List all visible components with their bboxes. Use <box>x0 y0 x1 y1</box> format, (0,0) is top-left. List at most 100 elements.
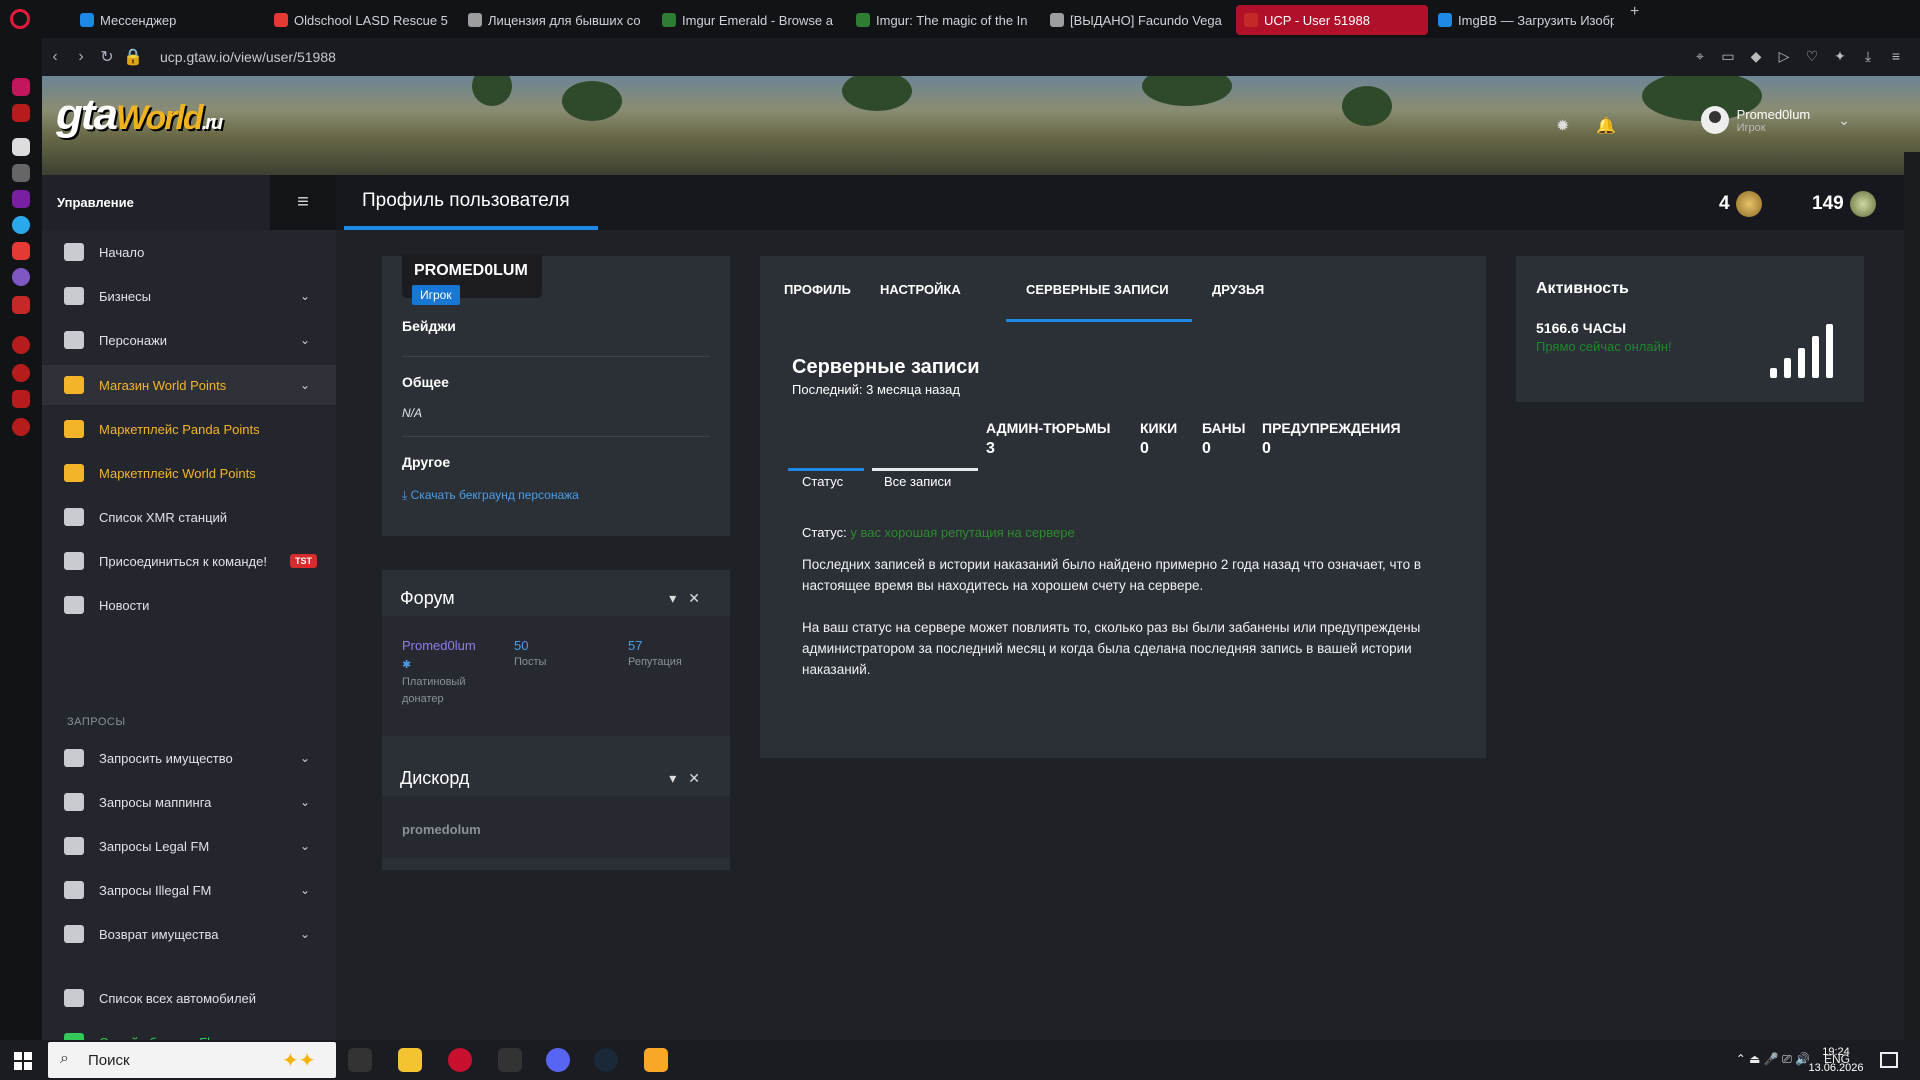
sidebar-item[interactable]: Запросы Illegal FM ⌄ <box>42 870 336 910</box>
sidebar-app-icon[interactable] <box>12 138 30 156</box>
heart-icon[interactable]: ♡ <box>1804 48 1820 64</box>
play-icon[interactable]: ▷ <box>1776 48 1792 64</box>
chevron-down-icon: ⌄ <box>300 751 311 765</box>
sidebar-item[interactable]: Возврат имущества ⌄ <box>42 914 336 954</box>
sidebar-item[interactable]: Бизнесы ⌄ <box>42 276 336 316</box>
sidebar-item[interactable]: Начало <box>42 232 336 272</box>
sidebar-item-label: Присоединиться к команде! <box>99 553 267 569</box>
sidebar-item[interactable]: Персонажи ⌄ <box>42 320 336 360</box>
menu-icon[interactable]: ≡ <box>1888 48 1904 64</box>
download-icon: ⤓ <box>402 488 411 502</box>
player-icon[interactable] <box>12 336 30 354</box>
forward-icon[interactable]: › <box>68 48 94 66</box>
twitch-icon[interactable] <box>12 190 30 208</box>
page-title: Профиль пользователя <box>362 190 570 211</box>
hamburger-menu-icon[interactable]: ≡ <box>270 175 336 230</box>
subtab-indicator <box>788 468 864 471</box>
user-icon <box>64 331 84 349</box>
gtaw-logo[interactable]: gtaWorld.ru <box>56 90 223 140</box>
sidebar-item[interactable]: Запросить имущество ⌄ <box>42 738 336 778</box>
forum-body: Promed0lum ✱ Платиновый донатер 50 Посты… <box>382 616 730 736</box>
sidebar-item[interactable]: Новости <box>42 585 336 625</box>
sidebar-item[interactable]: Запросы маппинга ⌄ <box>42 782 336 822</box>
bell-icon[interactable]: 🔔 <box>1596 116 1616 136</box>
taskbar-search[interactable]: ⌕ Поиск ✦✦ <box>48 1042 336 1078</box>
sidebar-item[interactable]: Запросы Legal FM ⌄ <box>42 826 336 866</box>
url-field[interactable]: ucp.gtaw.io/view/user/51988 <box>160 49 336 65</box>
tab-server-records[interactable]: СЕРВЕРНЫЕ ЗАПИСИ <box>1026 282 1169 297</box>
close-icon[interactable]: ✕ <box>688 770 712 786</box>
scrollbar[interactable] <box>1904 152 1920 1040</box>
settings-icon[interactable] <box>12 418 30 436</box>
file-explorer-icon[interactable] <box>398 1048 422 1072</box>
browser-tab[interactable]: Лицензия для бывших со <box>460 5 652 35</box>
opera-gx-icon[interactable] <box>448 1048 472 1072</box>
extensions-icon[interactable] <box>12 390 30 408</box>
sidebar-item[interactable]: Маркетплейс Panda Points <box>42 409 336 449</box>
download-icon[interactable]: ⤓ <box>1860 48 1876 64</box>
undo-icon <box>64 925 84 943</box>
shield-icon[interactable]: ◆ <box>1748 48 1764 64</box>
sidebar-item[interactable]: Онлайн банкинг Fleeca <box>42 1022 336 1040</box>
clock[interactable]: 19:24 13.06.2026 <box>1808 1044 1864 1076</box>
sidebar-app-icon[interactable] <box>12 104 30 122</box>
browser-tab[interactable]: Imgur Emerald - Browse a <box>654 5 846 35</box>
browser-tab[interactable]: ImgBB — Загрузить Изобр <box>1430 5 1622 35</box>
collapse-icon[interactable]: ▾ <box>669 590 688 606</box>
download-background-link[interactable]: ⤓ Скачать бекграунд персонажа <box>402 488 579 503</box>
tab-settings[interactable]: НАСТРОЙКА <box>880 282 961 297</box>
back-icon[interactable]: ‹ <box>42 48 68 66</box>
reload-icon[interactable]: ↻ <box>94 47 120 67</box>
browser-tab[interactable]: Oldschool LASD Rescue 5 <box>266 5 458 35</box>
telegram-icon[interactable] <box>12 216 30 234</box>
snapshot-icon[interactable]: ▭ <box>1720 48 1736 64</box>
sidebar-item[interactable]: Список всех автомобилей <box>42 978 336 1018</box>
sidebar-item[interactable]: Магазин World Points ⌄ <box>42 365 336 405</box>
discord-icon[interactable] <box>546 1048 570 1072</box>
browser-tab[interactable]: Мессенджер <box>72 5 264 35</box>
left-navigation: Начало Бизнесы ⌄ Персонажи ⌄ Магазин World Po… <box>42 230 336 1040</box>
card-controls: ▾✕ <box>669 770 712 787</box>
news-icon <box>64 596 84 614</box>
app-icon[interactable] <box>498 1048 522 1072</box>
history-icon[interactable] <box>12 364 30 382</box>
clock-date: 13.06.2026 <box>1808 1062 1864 1074</box>
settings-icon[interactable]: ✹ <box>1556 116 1569 136</box>
sidebar-app-icon[interactable] <box>12 296 30 314</box>
opera-logo-icon[interactable] <box>10 9 30 29</box>
browser-tab[interactable]: Imgur: The magic of the In <box>848 5 1040 35</box>
alice-icon[interactable] <box>12 268 30 286</box>
forum-username[interactable]: Promed0lum <box>402 638 476 653</box>
status-paragraph-2: На ваш статус на сервере может повлиять … <box>802 620 1421 677</box>
subtab-all-records[interactable]: Все записи <box>884 474 951 504</box>
browser-tab[interactable]: [ВЫДАНО] Facundo Vega <box>1042 5 1234 35</box>
rockstar-icon[interactable] <box>644 1048 668 1072</box>
top-bar: Управление ≡ Профиль пользователя 4 149 <box>42 175 1920 230</box>
tab-profile[interactable]: ПРОФИЛЬ <box>784 282 851 297</box>
sidebar-item[interactable]: Список XMR станций <box>42 497 336 537</box>
extensions-icon[interactable]: ✦ <box>1832 48 1848 64</box>
reputation-label: Репутация <box>628 656 682 668</box>
new-tab-icon[interactable]: + <box>1630 3 1639 35</box>
sidebar-item[interactable]: Присоединиться к команде! TST <box>42 541 336 581</box>
yandex-icon[interactable] <box>12 242 30 260</box>
task-view-icon[interactable] <box>348 1048 372 1072</box>
pin-icon[interactable]: ⌖ <box>1692 48 1708 64</box>
chevron-down-icon: ⌄ <box>1838 111 1850 128</box>
tray-icons[interactable]: ⌃ ⏏ 🎤 ⎚ 🔊 <box>1736 1052 1810 1066</box>
tab-friends[interactable]: ДРУЗЬЯ <box>1212 282 1264 297</box>
status-value: у вас хорошая репутация на сервере <box>850 525 1075 540</box>
windows-start-icon[interactable] <box>14 1052 32 1070</box>
notifications-icon[interactable] <box>1880 1052 1898 1068</box>
browser-tab[interactable]: UCP - User 51988 <box>1236 5 1428 35</box>
user-menu[interactable]: Promed0lum Игрок ⌄ <box>1700 106 1850 134</box>
steam-icon[interactable] <box>594 1048 618 1072</box>
collapse-icon[interactable]: ▾ <box>669 770 688 786</box>
sidebar-item[interactable]: Маркетплейс World Points <box>42 453 336 493</box>
divider <box>402 356 710 357</box>
sidebar-app-icon[interactable] <box>12 78 30 96</box>
tab-favicon-icon <box>468 13 482 27</box>
close-icon[interactable]: ✕ <box>688 590 712 606</box>
chatgpt-icon[interactable] <box>12 164 30 182</box>
subtab-status[interactable]: Статус <box>802 474 843 504</box>
